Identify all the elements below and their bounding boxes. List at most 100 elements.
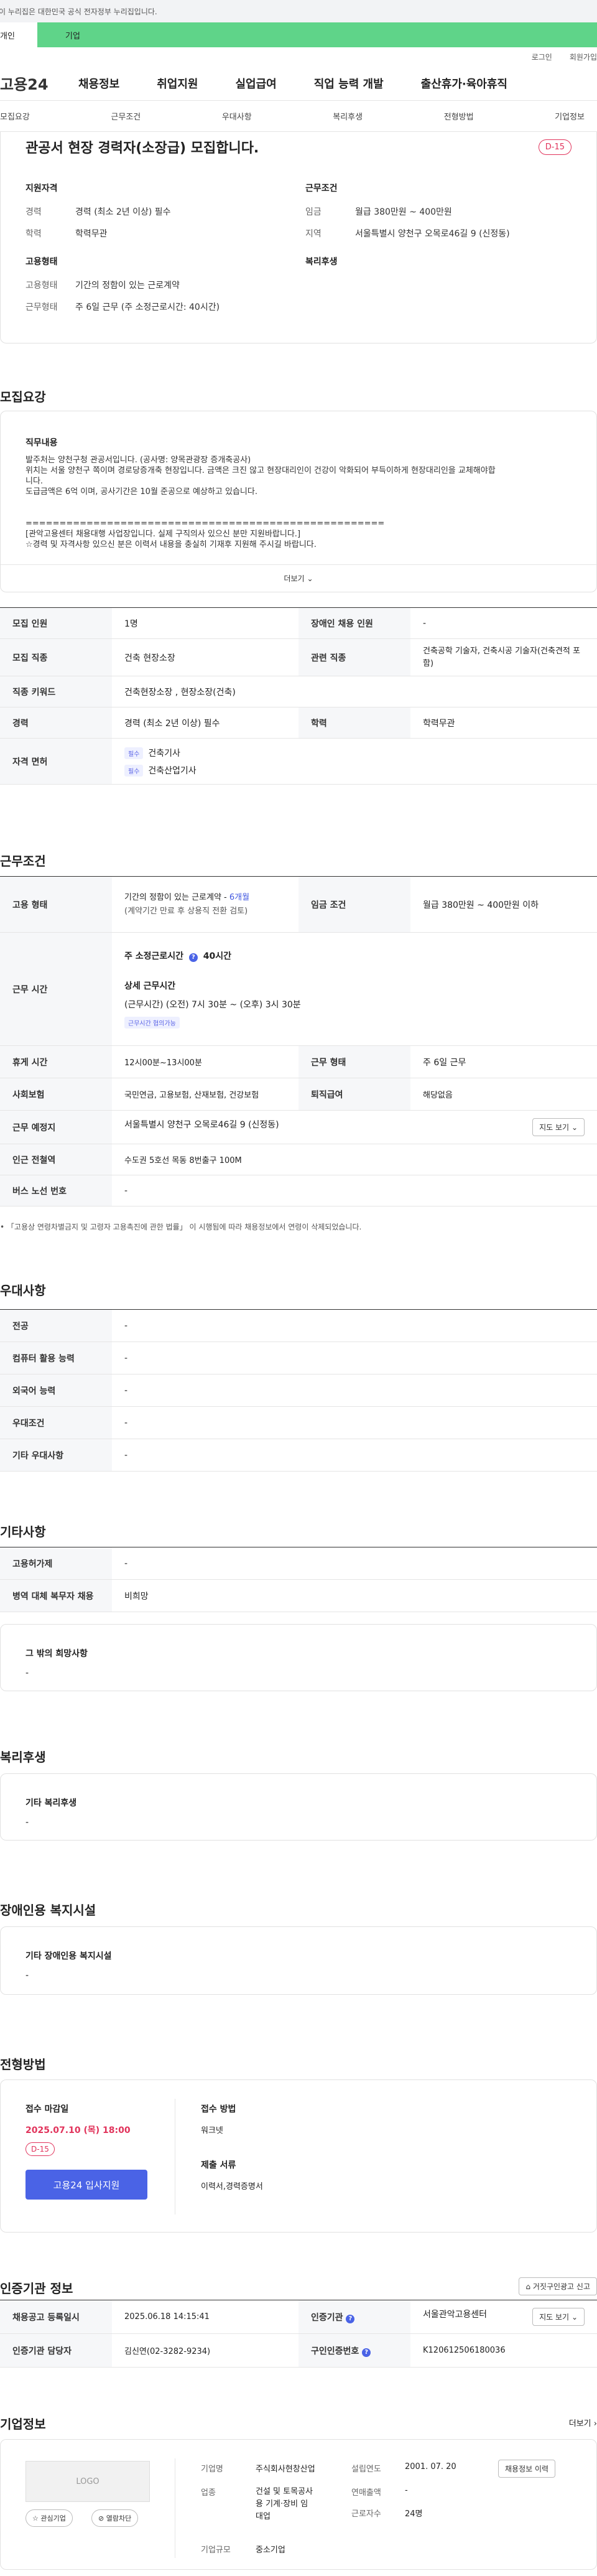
nav-skill-development[interactable]: 직업 능력 개발 [314, 75, 384, 91]
prefer-section-title: 우대사항 [0, 1283, 46, 1298]
subtab-company[interactable]: 기업정보 [555, 110, 585, 122]
duty-text: 발주처는 양천구청 관공서입니다. (공사명: 양목관광장 증개축공사) 위치는… [25, 455, 573, 550]
table-row: 근무 예정지 서울특별시 양천구 오목로46길 9 (신정동) 지도 보기 ⌄ [0, 1110, 597, 1144]
facility-heading: 기타 장애인용 복지시설 [25, 1951, 112, 1961]
site-logo[interactable]: 고용24 [0, 72, 78, 94]
apply-button[interactable]: 고용24 입사지원 [25, 2170, 147, 2200]
prefer-table: 전공 - 컴퓨터 활용 능력 - 외국어 능력 - 우대조건 - 기타 우대사항 - [0, 1309, 597, 1472]
detail-hours: (근무시간) (오전) 7시 30분 ~ (오후) 3시 30분 [124, 1000, 301, 1010]
cert-section-title: 인증기관 정보 [0, 2281, 73, 2296]
cell-value: 주 6일 근무 [410, 1045, 597, 1078]
required-tag: 필수 [124, 747, 144, 759]
founded-value: 2001. 07. 20 [405, 2462, 456, 2471]
subtab-screening[interactable]: 전형방법 [444, 110, 474, 122]
wish-heading: 그 밖의 희망사항 [25, 1649, 88, 1659]
cert-org: 서울관악고용센터 [423, 2310, 488, 2320]
age-note: • 「고용상 연령차별금지 및 고령자 고용촉진에 관한 법률」 이 시행됨에 … [0, 1223, 362, 1231]
detail-subtabs: 모집요강 근무조건 우대사항 복리후생 전형방법 기업정보 [0, 101, 597, 132]
cell-label: 학력 [298, 707, 410, 739]
info-icon[interactable]: ? [188, 953, 198, 962]
cell-label: 자격 면허 [0, 738, 112, 785]
login-link[interactable]: 로그인 [532, 52, 552, 62]
cell-value: 서울관악고용센터 지도 보기 ⌄ [410, 2300, 597, 2334]
report-button[interactable]: ⌂ 거짓구인광고 신고 [519, 2277, 597, 2295]
cell-value: 1명 [112, 607, 298, 639]
subtab-recruit[interactable]: 모집요강 [0, 110, 30, 122]
summary-row: 근무형태 주 6일 근무 (주 소정근로시간: 40시간) [25, 301, 287, 313]
staff-label: 근로자수 [351, 2509, 381, 2519]
tab-personal[interactable]: 개인 [0, 22, 37, 47]
cell-label: 기타 우대사항 [0, 1439, 112, 1472]
cell-label: 관련 직종 [298, 638, 410, 676]
company-more-label: 더보기 [568, 2419, 591, 2429]
summary-qualification: 지원자격 경력 경력 (최소 2년 이상) 필수 학력 학력무관 [25, 182, 287, 249]
gov-banner: 이 누리집은 대한민국 공식 전자정부 누리집입니다. [0, 0, 597, 22]
nav-unemployment-benefit[interactable]: 실업급여 [236, 75, 277, 91]
report-button-label: 거짓구인광고 신고 [532, 2282, 590, 2291]
cell-label: 병역 대체 복무자 채용 [0, 1579, 112, 1612]
wish-value: - [25, 1668, 29, 1678]
cell-label: 임금 조건 [298, 876, 410, 933]
subtab-prefer[interactable]: 우대사항 [222, 110, 252, 122]
cell-label: 인증기관 ? [298, 2300, 410, 2334]
summary-row: 학력 학력무관 [25, 227, 287, 240]
welfare-value: - [25, 1818, 29, 1827]
emp-type-line: 기간의 정함이 있는 근로계약 - 6개월 [124, 891, 286, 905]
facility-value: - [25, 1971, 29, 1981]
tab-company[interactable]: 기업 [37, 22, 597, 47]
table-row: 근무 시간 주 소정근로시간 ? 40시간 상세 근무시간 (근무시간) (오전… [0, 932, 597, 1046]
topbar: 로그인 회원가입 [0, 47, 597, 66]
industry-line: 용 기계·장비 임 [256, 2499, 308, 2509]
license-item: 필수 건축산업기사 [124, 764, 585, 777]
table-row: 고용 형태 기간의 정함이 있는 근로계약 - 6개월 (계약기간 만료 후 상… [0, 876, 597, 933]
nav-jobs[interactable]: 채용정보 [78, 75, 119, 91]
nav-employment-support[interactable]: 취업지원 [157, 75, 198, 91]
cell-value: - [112, 1374, 597, 1407]
signup-link[interactable]: 회원가입 [570, 52, 597, 62]
favorite-label: 관심기업 [40, 2514, 66, 2522]
sales-value: - [405, 2486, 408, 2495]
duty-card: 직무내용 발주처는 양천구청 관공서입니다. (공사명: 양목관광장 증개축공사… [0, 411, 597, 592]
dday-badge: D-15 [538, 139, 572, 155]
cell-value: K120612506180036 [410, 2333, 597, 2368]
duty-line: 발주처는 양천구청 관공서입니다. (공사명: 양목관광장 증개축공사) [25, 455, 251, 465]
block-button[interactable]: ⊘ 열람차단 [91, 2509, 139, 2527]
cell-label: 모집 인원 [0, 607, 112, 639]
industry-label: 업종 [201, 2488, 216, 2498]
company-name-label: 기업명 [201, 2465, 223, 2474]
cell-label: 고용 형태 [0, 876, 112, 933]
summary-row: 임금 월급 380만원 ~ 400만원 [305, 205, 579, 218]
method-value: 워크넷 [201, 2126, 223, 2135]
info-icon[interactable]: ? [362, 2348, 371, 2357]
nav-maternity-leave[interactable]: 출산휴가·육아휴직 [421, 75, 507, 91]
summary-key: 근무형태 [25, 302, 58, 312]
cell-label: 근무 시간 [0, 932, 112, 1046]
work-section-title: 근무조건 [0, 854, 46, 869]
favorite-button[interactable]: ☆ 관심기업 [25, 2509, 73, 2527]
subtab-welfare[interactable]: 복리후생 [333, 110, 363, 122]
map-button[interactable]: 지도 보기 ⌄ [532, 2308, 585, 2326]
cell-label: 모집 직종 [0, 638, 112, 676]
weekly-hours-value: 40시간 [203, 951, 232, 961]
cell-label: 인증기관 담당자 [0, 2333, 112, 2368]
cell-label: 근무 예정지 [0, 1110, 112, 1144]
info-icon[interactable]: ? [346, 2314, 355, 2323]
chevron-down-icon: ⌄ [307, 574, 313, 583]
size-value: 중소기업 [256, 2546, 285, 2555]
license-item: 필수 건축기사 [124, 747, 585, 759]
summary-value: 서울특별시 양천구 오목로46길 9 (신정동) [355, 229, 510, 239]
contract-period-link[interactable]: 6개월 [229, 893, 249, 902]
more-button[interactable]: 더보기 ⌄ [1, 564, 596, 592]
facility-section-title: 장애인용 복지시설 [0, 1903, 96, 1918]
table-row: 휴게 시간 12시00분~13시00분 근무 형태 주 6일 근무 [0, 1045, 597, 1078]
user-type-tabs: 개인 기업 [0, 22, 597, 47]
subtab-work[interactable]: 근무조건 [111, 110, 141, 122]
summary-row: 경력 경력 (최소 2년 이상) 필수 [25, 205, 287, 218]
company-more-link[interactable]: 더보기 › [569, 2417, 597, 2429]
map-button[interactable]: 지도 보기 ⌄ [532, 1118, 585, 1136]
docs-heading: 제출 서류 [201, 2160, 236, 2170]
deadline-value: 2025.07.10 (목) 18:00 [25, 2126, 131, 2135]
job-history-button[interactable]: 채용정보 이력 [498, 2460, 556, 2478]
cell-value: 주 소정근로시간 ? 40시간 상세 근무시간 (근무시간) (오전) 7시 3… [112, 932, 597, 1046]
duty-line: ☆경력 및 자격사항 있으신 분은 이력서 내용을 충실히 기재후 지원해 주시… [25, 540, 317, 549]
